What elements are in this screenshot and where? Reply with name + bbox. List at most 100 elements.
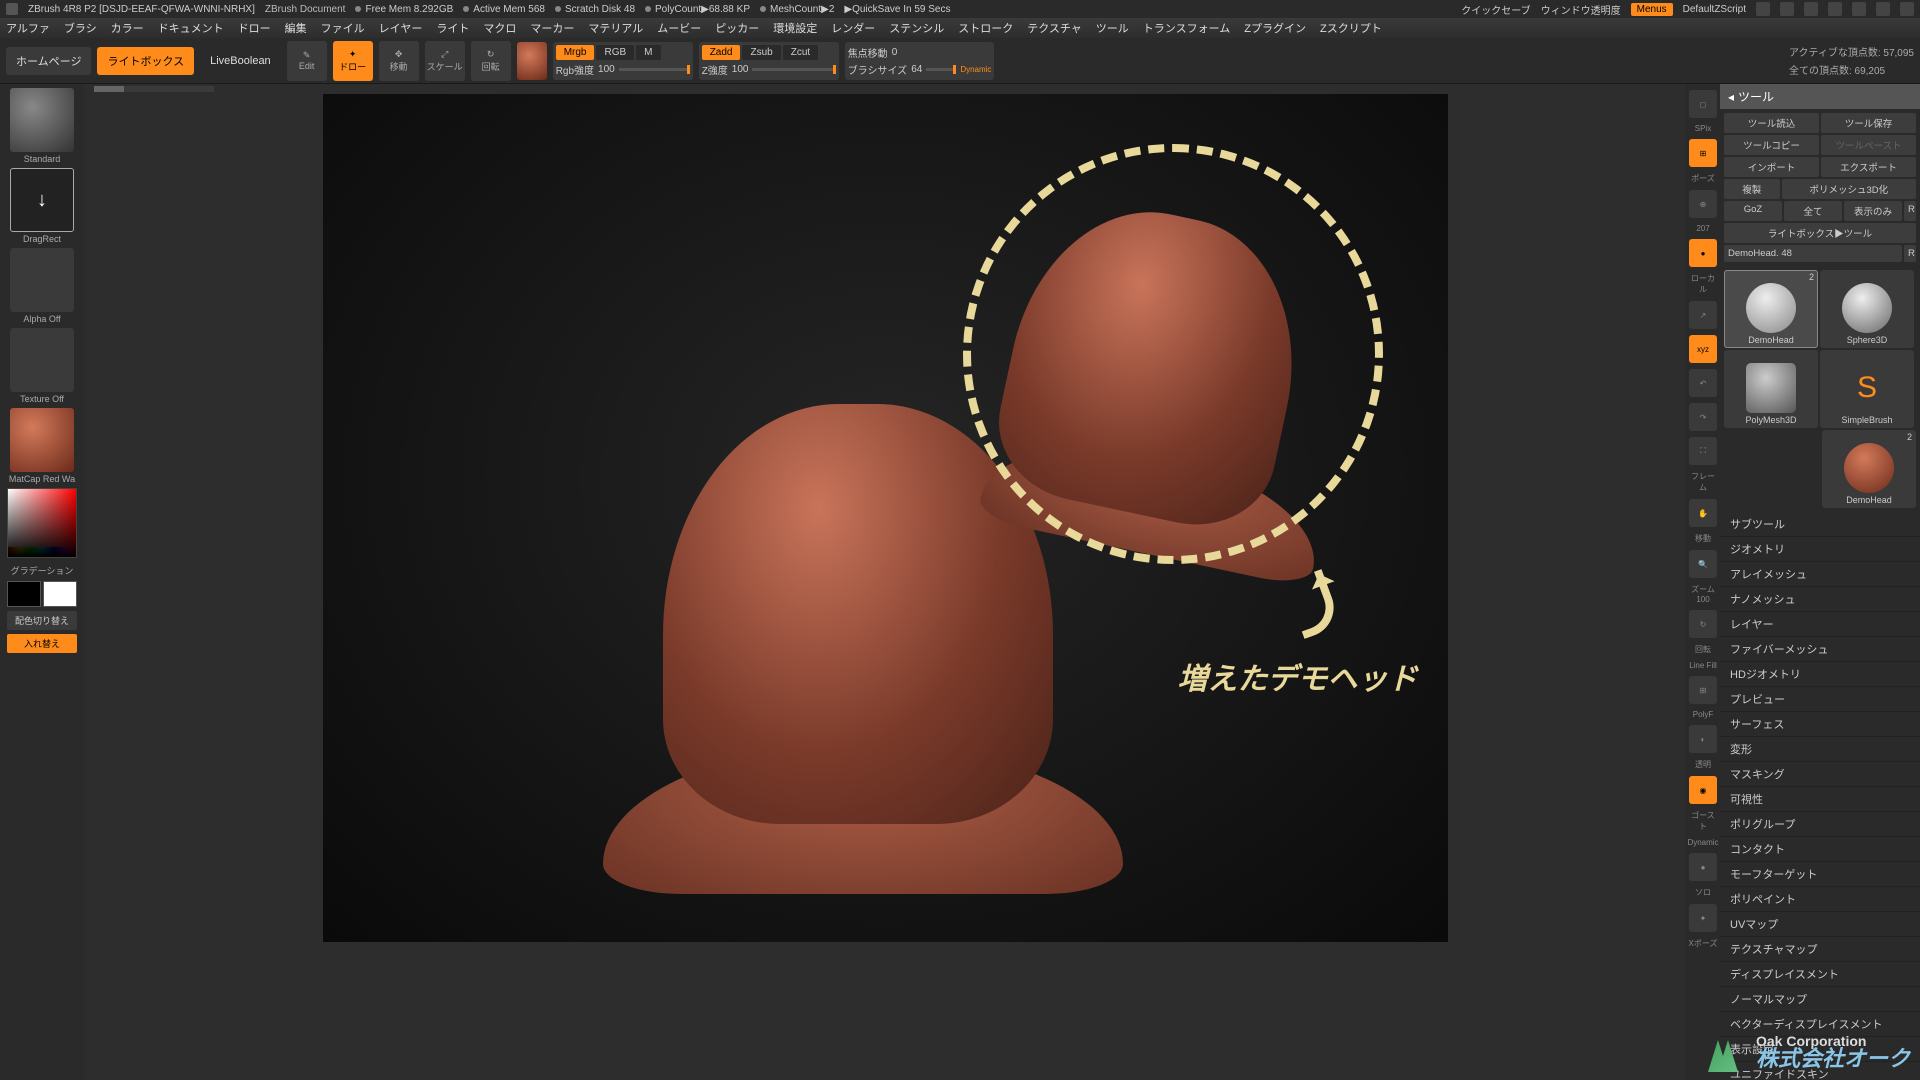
tool-panel-header[interactable]: ◂ ツール	[1720, 84, 1920, 109]
solo-button[interactable]: ●	[1689, 853, 1717, 881]
tool-clone-button[interactable]: 複製	[1724, 179, 1780, 199]
menu-transform[interactable]: トランスフォーム	[1143, 20, 1230, 36]
viewport[interactable]: 増えたデモヘッド	[323, 94, 1448, 942]
acc-nanomesh[interactable]: ナノメッシュ	[1720, 587, 1920, 612]
menu-zscript[interactable]: Zスクリプト	[1320, 20, 1382, 36]
goz-all-button[interactable]: 全て	[1784, 201, 1842, 221]
acc-polypaint[interactable]: ポリペイント	[1720, 887, 1920, 912]
menu-zplugin[interactable]: Zプラグイン	[1244, 20, 1306, 36]
zsub-chip[interactable]: Zsub	[742, 45, 780, 60]
acc-visibility[interactable]: 可視性	[1720, 787, 1920, 812]
goz-visible-button[interactable]: 表示のみ	[1844, 201, 1902, 221]
menu-layer[interactable]: レイヤー	[379, 20, 423, 36]
home-button[interactable]: ホームページ	[6, 47, 91, 75]
acc-polygroups[interactable]: ポリグループ	[1720, 812, 1920, 837]
acc-deformation[interactable]: 変形	[1720, 737, 1920, 762]
tool-export-button[interactable]: エクスポート	[1821, 157, 1916, 177]
quicksave-link[interactable]: クイックセーブ	[1461, 2, 1530, 17]
acc-masking[interactable]: マスキング	[1720, 762, 1920, 787]
acc-contact[interactable]: コンタクト	[1720, 837, 1920, 862]
polyf-button[interactable]: ⊞	[1689, 676, 1717, 704]
scale-mode-button[interactable]: ⤢スケール	[425, 41, 465, 81]
color-picker[interactable]	[7, 488, 77, 558]
acc-layers[interactable]: レイヤー	[1720, 612, 1920, 637]
rgb-intensity-slider[interactable]	[619, 68, 690, 71]
material-selector[interactable]	[10, 408, 74, 472]
liveboolean-button[interactable]: LiveBoolean	[200, 49, 281, 73]
acc-geometry[interactable]: ジオメトリ	[1720, 537, 1920, 562]
current-tool-button[interactable]: DemoHead. 48	[1724, 245, 1902, 262]
menu-color[interactable]: カラー	[111, 20, 144, 36]
close-icon[interactable]	[1900, 2, 1914, 16]
spix-button[interactable]: ◻	[1689, 90, 1717, 118]
xyz2-button[interactable]: xyz	[1689, 335, 1717, 363]
material-swatch[interactable]	[517, 42, 547, 80]
canvas-scrollbar[interactable]	[94, 86, 214, 92]
menu-picker[interactable]: ピッカー	[715, 20, 759, 36]
menu-edit[interactable]: 編集	[285, 20, 307, 36]
maximize-icon[interactable]	[1876, 2, 1890, 16]
brush-selector[interactable]	[10, 88, 74, 152]
swap-color-button[interactable]: 入れ替え	[7, 634, 77, 653]
rgb-chip[interactable]: RGB	[596, 45, 634, 60]
swatch-black[interactable]	[7, 581, 41, 607]
thumb-sphere3d[interactable]: Sphere3D	[1820, 270, 1914, 348]
acc-hdgeometry[interactable]: HDジオメトリ	[1720, 662, 1920, 687]
lightbox-button[interactable]: ライトボックス	[97, 47, 194, 75]
redo-button[interactable]: ↷	[1689, 403, 1717, 431]
thumb-demohead[interactable]: 2DemoHead	[1724, 270, 1818, 348]
draw-mode-button[interactable]: ✦ドロー	[333, 41, 373, 81]
menu-movie[interactable]: ムービー	[657, 20, 701, 36]
move-mode-button[interactable]: ✥移動	[379, 41, 419, 81]
texture-selector[interactable]	[10, 328, 74, 392]
thumb-polymesh3d[interactable]: PolyMesh3D	[1724, 350, 1818, 428]
mrgb-chip[interactable]: Mrgb	[556, 45, 595, 60]
tool-save-button[interactable]: ツール保存	[1821, 113, 1916, 133]
undo-button[interactable]: ↶	[1689, 369, 1717, 397]
zcut-chip[interactable]: Zcut	[783, 45, 818, 60]
alpha-selector[interactable]	[10, 248, 74, 312]
menu-stencil[interactable]: ステンシル	[889, 20, 944, 36]
menus-button[interactable]: Menus	[1631, 3, 1673, 16]
menu-render[interactable]: レンダー	[831, 20, 875, 36]
acc-preview[interactable]: プレビュー	[1720, 687, 1920, 712]
frame-button[interactable]: ⛶	[1689, 437, 1717, 465]
rotate-view-button[interactable]: ↻	[1689, 610, 1717, 638]
acc-uvmap[interactable]: UVマップ	[1720, 912, 1920, 937]
acc-morph[interactable]: モーフターゲット	[1720, 862, 1920, 887]
menu-material[interactable]: マテリアル	[588, 20, 643, 36]
xyz-button[interactable]: ↗	[1689, 301, 1717, 329]
thumb-demohead2[interactable]: 2DemoHead	[1822, 430, 1916, 508]
m-chip[interactable]: M	[636, 45, 660, 60]
acc-normalmap[interactable]: ノーマルマップ	[1720, 987, 1920, 1012]
default-zscript[interactable]: DefaultZScript	[1683, 4, 1746, 15]
tool-paste-button[interactable]: ツールペースト	[1821, 135, 1916, 155]
goz-r-button[interactable]: R	[1904, 201, 1916, 221]
acc-displacement[interactable]: ディスプレイスメント	[1720, 962, 1920, 987]
move-view-button[interactable]: ✋	[1689, 499, 1717, 527]
swatch-white[interactable]	[43, 581, 77, 607]
help-icon[interactable]	[1804, 2, 1818, 16]
rotate-mode-button[interactable]: ↻回転	[471, 41, 511, 81]
local-button[interactable]: ●	[1689, 239, 1717, 267]
lock-icon[interactable]	[1828, 2, 1842, 16]
acc-texturemap[interactable]: テクスチャマップ	[1720, 937, 1920, 962]
menu-texture[interactable]: テクスチャ	[1027, 20, 1082, 36]
menu-stroke[interactable]: ストローク	[958, 20, 1013, 36]
zadd-chip[interactable]: Zadd	[702, 45, 741, 60]
ghost-button[interactable]: ◉	[1689, 776, 1717, 804]
edit-mode-button[interactable]: ✎Edit	[287, 41, 327, 81]
menu-file[interactable]: ファイル	[321, 20, 365, 36]
menu-macro[interactable]: マクロ	[483, 20, 516, 36]
tool-import-button[interactable]: インポート	[1724, 157, 1819, 177]
transparent-button[interactable]: ◐	[1689, 725, 1717, 753]
menu-brush[interactable]: ブラシ	[64, 20, 97, 36]
lightbox-tool-button[interactable]: ライトボックス▶ツール	[1724, 223, 1916, 243]
xpose-button[interactable]: ✦	[1689, 904, 1717, 932]
z-intensity-slider[interactable]	[752, 68, 835, 71]
layout2-icon[interactable]	[1780, 2, 1794, 16]
stroke-selector[interactable]: ↓	[10, 168, 74, 232]
tool-load-button[interactable]: ツール読込	[1724, 113, 1819, 133]
goz-button[interactable]: GoZ	[1724, 201, 1782, 221]
minimize-icon[interactable]	[1852, 2, 1866, 16]
